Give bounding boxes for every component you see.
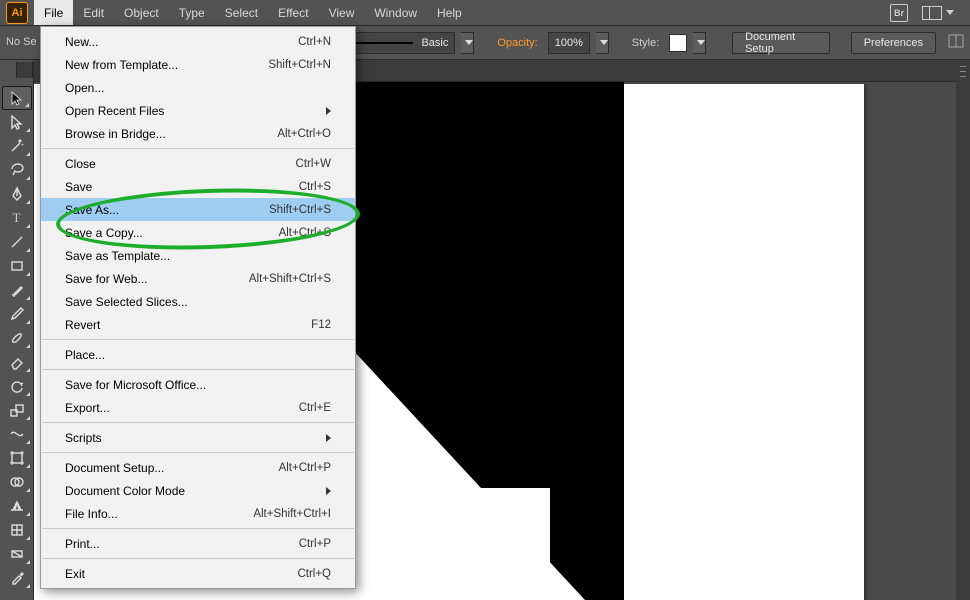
document-setup-button[interactable]: Document Setup xyxy=(732,32,830,54)
menu-item-save-selected-slices[interactable]: Save Selected Slices... xyxy=(41,290,355,313)
shape-builder-tool[interactable] xyxy=(2,470,32,494)
paintbrush-tool[interactable] xyxy=(2,278,32,302)
style-label: Style: xyxy=(628,37,664,49)
menu-item-new[interactable]: New...Ctrl+N xyxy=(41,30,355,53)
menu-item-save-as[interactable]: Save As...Shift+Ctrl+S xyxy=(41,198,355,221)
pen-tool[interactable] xyxy=(2,182,32,206)
menu-item-save[interactable]: SaveCtrl+S xyxy=(41,175,355,198)
layout-icon xyxy=(922,6,942,20)
app-badge: Ai xyxy=(0,0,34,26)
menu-separator xyxy=(42,452,354,453)
align-icon[interactable] xyxy=(948,34,964,51)
menu-item-save-a-copy[interactable]: Save a Copy...Alt+Ctrl+S xyxy=(41,221,355,244)
menu-item-print[interactable]: Print...Ctrl+P xyxy=(41,532,355,555)
mesh-tool[interactable] xyxy=(2,518,32,542)
menu-effect[interactable]: Effect xyxy=(268,0,318,25)
menu-object[interactable]: Object xyxy=(114,0,169,25)
direct-selection-tool[interactable] xyxy=(2,110,32,134)
chevron-down-icon xyxy=(946,10,954,15)
stroke-preview-icon xyxy=(355,42,414,44)
lasso-tool[interactable] xyxy=(2,158,32,182)
menu-type[interactable]: Type xyxy=(169,0,215,25)
tools-panel-tabs[interactable] xyxy=(0,62,33,78)
blob-brush-tool[interactable] xyxy=(2,326,32,350)
menu-separator xyxy=(42,558,354,559)
artwork-cutout[interactable] xyxy=(420,488,550,600)
opacity-toggle[interactable] xyxy=(596,32,609,54)
free-transform-tool[interactable] xyxy=(2,446,32,470)
opacity-value[interactable]: 100% xyxy=(548,32,590,54)
perspective-grid-tool[interactable] xyxy=(2,494,32,518)
eraser-tool[interactable] xyxy=(2,350,32,374)
menu-item-export[interactable]: Export...Ctrl+E xyxy=(41,396,355,419)
menu-item-document-setup[interactable]: Document Setup...Alt+Ctrl+P xyxy=(41,456,355,479)
rotate-tool[interactable] xyxy=(2,374,32,398)
style-toggle[interactable] xyxy=(693,32,706,54)
menu-item-save-as-template[interactable]: Save as Template... xyxy=(41,244,355,267)
file-menu: New...Ctrl+NNew from Template...Shift+Ct… xyxy=(40,26,356,589)
menu-item-revert[interactable]: RevertF12 xyxy=(41,313,355,336)
menu-item-save-for-web[interactable]: Save for Web...Alt+Shift+Ctrl+S xyxy=(41,267,355,290)
menu-item-place[interactable]: Place... xyxy=(41,343,355,366)
rectangle-tool[interactable] xyxy=(2,254,32,278)
menu-item-document-color-mode[interactable]: Document Color Mode xyxy=(41,479,355,502)
menu-item-open[interactable]: Open... xyxy=(41,76,355,99)
tools-panel: T xyxy=(0,60,34,600)
menu-item-exit[interactable]: ExitCtrl+Q xyxy=(41,562,355,585)
bridge-icon[interactable]: Br xyxy=(890,4,908,22)
menu-item-browse-in-bridge[interactable]: Browse in Bridge...Alt+Ctrl+O xyxy=(41,122,355,145)
menu-item-open-recent-files[interactable]: Open Recent Files xyxy=(41,99,355,122)
scale-tool[interactable] xyxy=(2,398,32,422)
pencil-tool[interactable] xyxy=(2,302,32,326)
stroke-name: Basic xyxy=(421,37,448,49)
stroke-style[interactable]: Basic xyxy=(348,32,456,54)
menu-separator xyxy=(42,422,354,423)
gradient-tool[interactable] xyxy=(2,542,32,566)
menu-item-scripts[interactable]: Scripts xyxy=(41,426,355,449)
selection-status: No Se xyxy=(6,36,37,48)
stroke-style-toggle[interactable] xyxy=(461,32,474,54)
menu-help[interactable]: Help xyxy=(427,0,472,25)
menu-item-save-for-microsoft-office[interactable]: Save for Microsoft Office... xyxy=(41,373,355,396)
preferences-button[interactable]: Preferences xyxy=(851,32,936,54)
selection-tool[interactable] xyxy=(2,86,32,110)
menu-select[interactable]: Select xyxy=(215,0,268,25)
menu-item-close[interactable]: CloseCtrl+W xyxy=(41,152,355,175)
menu-separator xyxy=(42,339,354,340)
illustrator-icon: Ai xyxy=(6,2,28,24)
graphic-style-swatch[interactable] xyxy=(669,34,687,52)
menu-separator xyxy=(42,528,354,529)
eyedropper-tool[interactable] xyxy=(2,566,32,590)
menu-view[interactable]: View xyxy=(319,0,365,25)
menu-item-new-from-template[interactable]: New from Template...Shift+Ctrl+N xyxy=(41,53,355,76)
magic-wand-tool[interactable] xyxy=(2,134,32,158)
menu-edit[interactable]: Edit xyxy=(73,0,114,25)
menu-separator xyxy=(42,369,354,370)
menu-file[interactable]: File xyxy=(34,0,73,25)
width-tool[interactable] xyxy=(2,422,32,446)
line-segment-tool[interactable] xyxy=(2,230,32,254)
opacity-label[interactable]: Opacity: xyxy=(493,37,541,49)
menu-window[interactable]: Window xyxy=(364,0,427,25)
menu-bar: Ai FileEditObjectTypeSelectEffectViewWin… xyxy=(0,0,970,26)
menu-item-file-info[interactable]: File Info...Alt+Shift+Ctrl+I xyxy=(41,502,355,525)
right-panel-collapsed[interactable] xyxy=(956,60,970,600)
layout-switcher[interactable] xyxy=(922,6,954,20)
menu-separator xyxy=(42,148,354,149)
type-tool[interactable]: T xyxy=(2,206,32,230)
